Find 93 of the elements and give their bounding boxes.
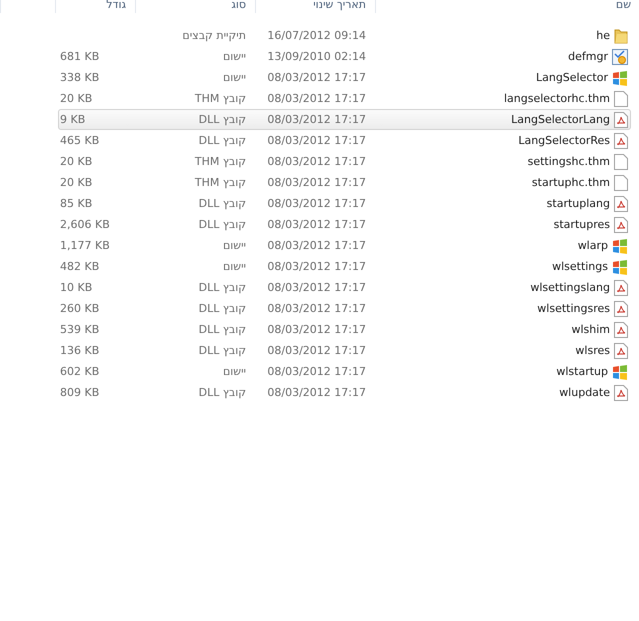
file-name: wlshim — [571, 323, 610, 336]
file-size: 1,177 KB — [60, 239, 110, 252]
modified-date: 08/03/2012 17:17 — [267, 197, 366, 210]
document-icon — [614, 322, 628, 338]
document-icon — [614, 280, 628, 296]
windows-logo-icon — [612, 238, 628, 254]
modified-date: 08/03/2012 17:17 — [267, 134, 366, 147]
file-size: 20 KB — [60, 176, 92, 189]
modified-date: 08/03/2012 17:17 — [267, 113, 366, 126]
file-type: תיקיית קבצים — [182, 29, 246, 42]
file-size: 10 KB — [60, 281, 92, 294]
file-size: 20 KB — [60, 92, 92, 105]
file-name: wlstartup — [556, 365, 608, 378]
file-name: wlsres — [575, 344, 610, 357]
document-icon — [614, 342, 628, 358]
file-name: LangSelector — [536, 71, 608, 84]
file-type: קובץ DLL — [198, 134, 246, 147]
column-header[interactable]: גודל — [55, 0, 135, 13]
windows-logo-icon — [612, 258, 628, 274]
file-size: 260 KB — [60, 302, 100, 315]
windows-logo-icon — [612, 364, 628, 380]
document-icon — [614, 216, 628, 232]
file-size: 338 KB — [60, 71, 100, 84]
file-type: קובץ DLL — [198, 197, 246, 210]
file-name: langselectorhc.thm — [504, 92, 610, 105]
file-type: קובץ THM — [194, 176, 246, 189]
modified-date: 08/03/2012 17:17 — [267, 344, 366, 357]
file-name: wlsettingslang — [530, 281, 610, 294]
file-name: settingshc.thm — [528, 155, 610, 168]
document-icon — [614, 112, 628, 128]
file-size: 20 KB — [60, 155, 92, 168]
file-type: קובץ THM — [194, 92, 246, 105]
document-icon — [614, 384, 628, 400]
application-icon — [612, 48, 628, 64]
file-type: קובץ DLL — [198, 386, 246, 399]
file-type: קובץ DLL — [198, 281, 246, 294]
file-size: 602 KB — [60, 365, 100, 378]
modified-date: 08/03/2012 17:17 — [267, 239, 366, 252]
column-header[interactable]: שם — [375, 0, 639, 13]
document-icon — [614, 132, 628, 148]
file-name: startuphc.thm — [532, 176, 610, 189]
modified-date: 16/07/2012 09:14 — [267, 29, 366, 42]
file-type: קובץ DLL — [198, 113, 246, 126]
document-icon — [614, 90, 628, 106]
file-type: קובץ DLL — [198, 323, 246, 336]
file-size: 85 KB — [60, 197, 92, 210]
column-header[interactable]: סוג — [135, 0, 255, 13]
file-size: 809 KB — [60, 386, 100, 399]
file-name: defmgr — [568, 50, 608, 63]
column-header[interactable]: תאריך שינוי — [255, 0, 375, 13]
modified-date: 08/03/2012 17:17 — [267, 92, 366, 105]
modified-date: 08/03/2012 17:17 — [267, 260, 366, 273]
modified-date: 08/03/2012 17:17 — [267, 71, 366, 84]
modified-date: 08/03/2012 17:17 — [267, 176, 366, 189]
file-size: 9 KB — [60, 113, 86, 126]
file-name: he — [596, 29, 610, 42]
modified-date: 08/03/2012 17:17 — [267, 281, 366, 294]
file-name: startuplang — [546, 197, 610, 210]
file-type: יישום — [222, 239, 246, 252]
file-name: wlarp — [578, 239, 608, 252]
modified-date: 08/03/2012 17:17 — [267, 155, 366, 168]
file-name: wlsettingsres — [537, 302, 610, 315]
modified-date: 08/03/2012 17:17 — [267, 365, 366, 378]
file-size: 465 KB — [60, 134, 100, 147]
folder-icon — [614, 28, 628, 44]
modified-date: 08/03/2012 17:17 — [267, 302, 366, 315]
modified-date: 08/03/2012 17:17 — [267, 218, 366, 231]
document-icon — [614, 196, 628, 212]
file-name: LangSelectorLang — [511, 113, 610, 126]
file-size: 136 KB — [60, 344, 100, 357]
document-icon — [614, 300, 628, 316]
file-type: קובץ DLL — [198, 302, 246, 315]
file-size: 681 KB — [60, 50, 100, 63]
modified-date: 08/03/2012 17:17 — [267, 323, 366, 336]
file-type: יישום — [222, 50, 246, 63]
file-name: wlupdate — [559, 386, 610, 399]
file-size: 539 KB — [60, 323, 100, 336]
document-icon — [614, 154, 628, 170]
file-type: יישום — [222, 365, 246, 378]
file-name: startupres — [554, 218, 610, 231]
file-size: 2,606 KB — [60, 218, 110, 231]
file-type: קובץ THM — [194, 155, 246, 168]
windows-logo-icon — [612, 70, 628, 86]
modified-date: 13/09/2010 02:14 — [267, 50, 366, 63]
file-name: wlsettings — [552, 260, 608, 273]
file-size: 482 KB — [60, 260, 100, 273]
modified-date: 08/03/2012 17:17 — [267, 386, 366, 399]
file-type: יישום — [222, 71, 246, 84]
document-icon — [614, 174, 628, 190]
file-type: קובץ DLL — [198, 344, 246, 357]
file-type: יישום — [222, 260, 246, 273]
file-type: קובץ DLL — [198, 218, 246, 231]
file-name: LangSelectorRes — [518, 134, 610, 147]
